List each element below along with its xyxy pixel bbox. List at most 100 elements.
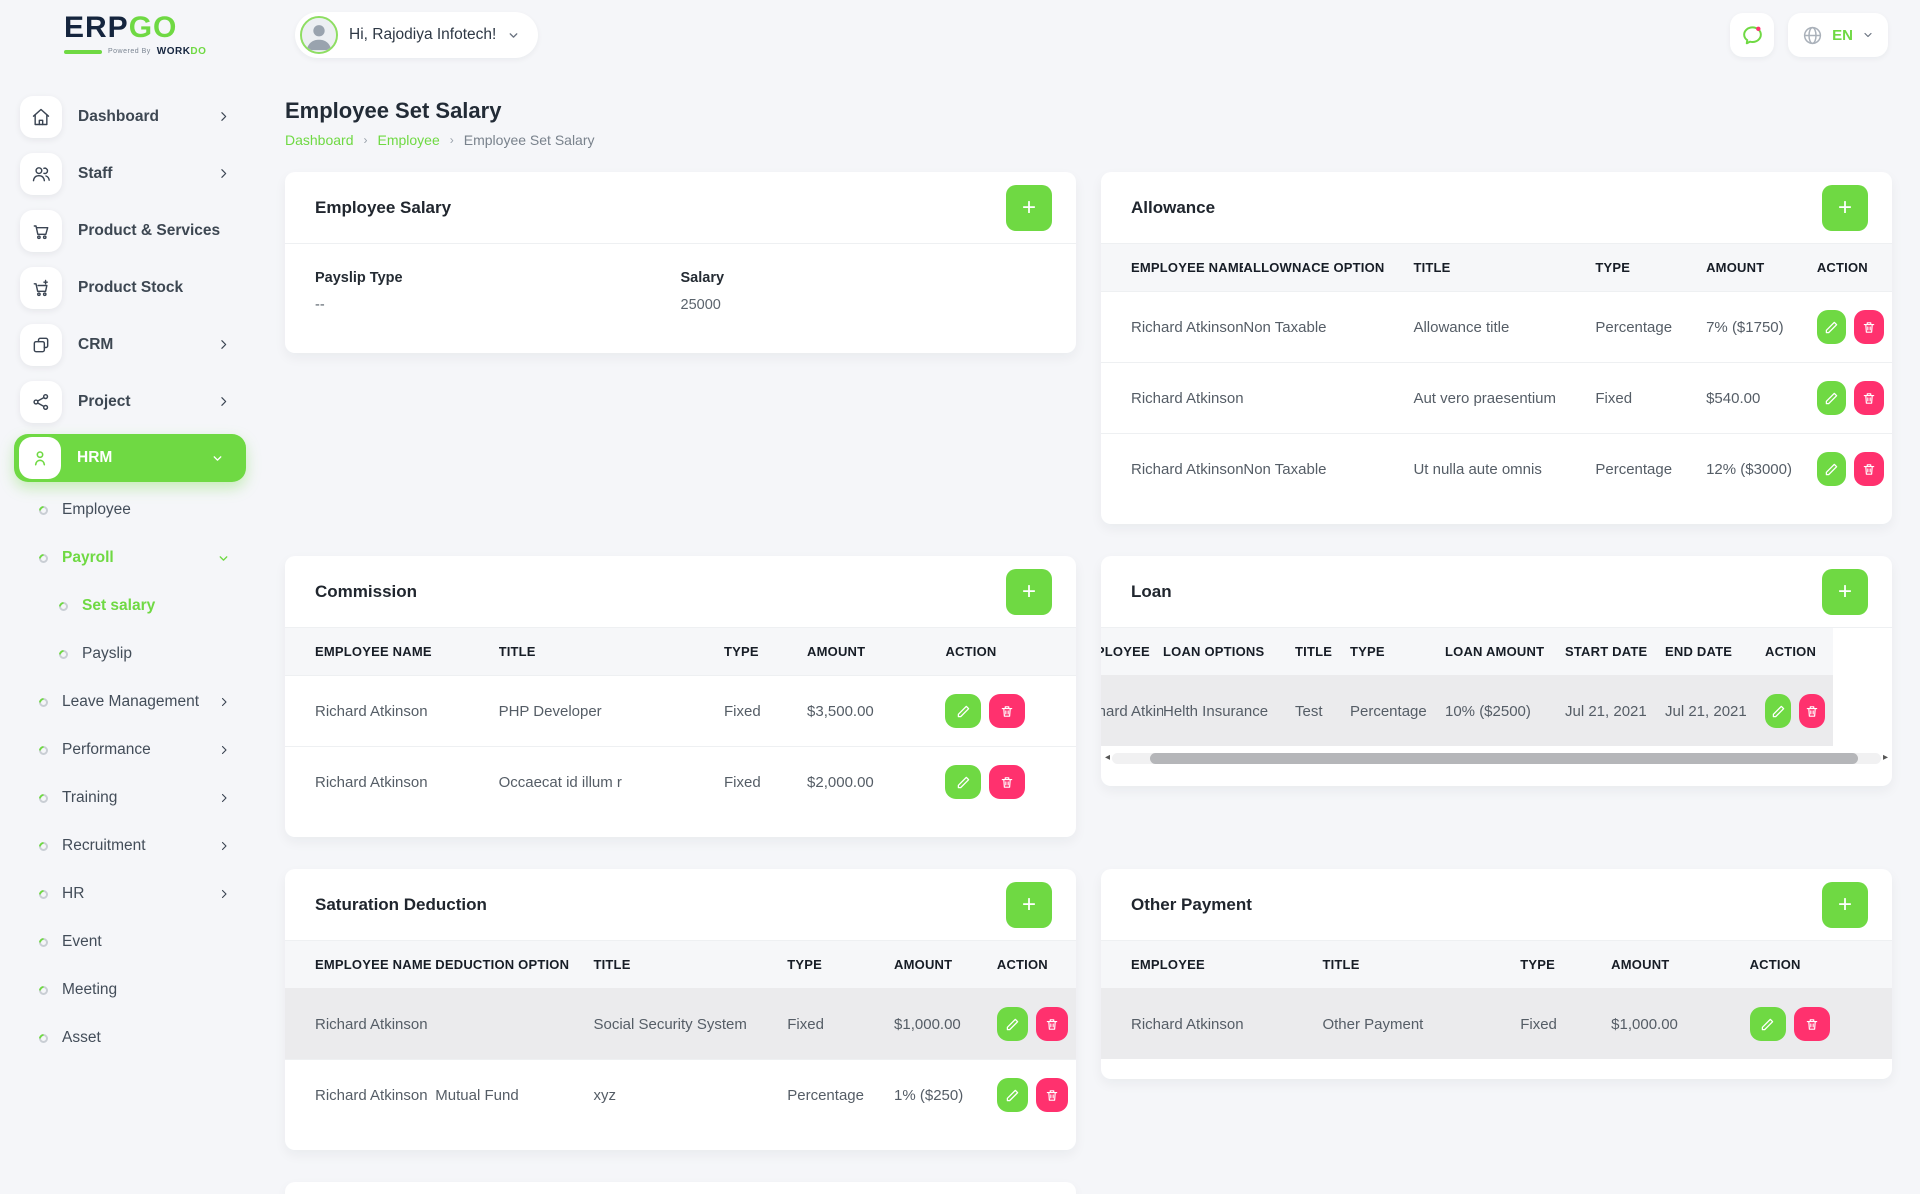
sidebar-item-hr[interactable]: HR <box>0 870 260 918</box>
column-header: ACTION <box>1765 628 1833 676</box>
sidebar-item-meeting[interactable]: Meeting <box>0 966 260 1014</box>
sidebar-item-performance[interactable]: Performance <box>0 726 260 774</box>
add-allowance-button[interactable]: + <box>1822 185 1868 231</box>
trash-icon <box>1862 462 1876 477</box>
user-menu-button[interactable]: Hi, Rajodiya Infotech! <box>295 12 538 58</box>
saturation-deduction-card: Saturation Deduction + EMPLOYEE NAMEDEDU… <box>285 869 1076 1150</box>
scrollbar-thumb[interactable] <box>1150 753 1857 764</box>
delete-button[interactable] <box>989 765 1025 799</box>
delete-button[interactable] <box>1036 1007 1068 1041</box>
table-cell: Fixed <box>1520 989 1611 1060</box>
table-cell: Fixed <box>1595 363 1706 434</box>
add-commission-button[interactable]: + <box>1006 569 1052 615</box>
column-header: ALLOWNACE OPTION <box>1243 244 1413 292</box>
card-title: Employee Salary <box>315 198 451 218</box>
edit-button[interactable] <box>1750 1007 1786 1041</box>
delete-button[interactable] <box>1794 1007 1830 1041</box>
sidebar-item-dashboard[interactable]: Dashboard <box>0 88 260 145</box>
pencil-icon <box>1005 1088 1020 1103</box>
trash-icon <box>1000 704 1014 719</box>
edit-button[interactable] <box>997 1078 1029 1112</box>
action-cell <box>1817 363 1892 434</box>
pencil-icon <box>1824 320 1839 335</box>
delete-button[interactable] <box>1036 1078 1068 1112</box>
sidebar-item-crm[interactable]: CRM <box>0 316 260 373</box>
column-header: TYPE <box>1350 628 1445 676</box>
breadcrumb-current: Employee Set Salary <box>464 132 595 148</box>
breadcrumb-dashboard-link[interactable]: Dashboard <box>285 132 354 148</box>
sidebar-item-set-salary[interactable]: Set salary <box>0 582 260 630</box>
pencil-icon <box>1005 1017 1020 1032</box>
other-payment-table: EMPLOYEETITLETYPEAMOUNTACTIONRichard Atk… <box>1101 941 1892 1059</box>
delete-button[interactable] <box>1854 452 1884 486</box>
add-saturation-deduction-button[interactable]: + <box>1006 882 1052 928</box>
table-cell: Test <box>1295 676 1350 747</box>
table-cell: Aut vero praesentium <box>1413 363 1595 434</box>
edit-button[interactable] <box>1765 694 1791 728</box>
action-cell <box>945 676 1076 747</box>
bullet-icon <box>57 648 70 661</box>
scroll-left-arrow[interactable]: ◂ <box>1105 752 1110 764</box>
chevron-right-icon: › <box>364 133 368 147</box>
column-header: ACTION <box>1750 941 1892 989</box>
add-other-payment-button[interactable]: + <box>1822 882 1868 928</box>
cart-plus-icon <box>20 267 62 309</box>
sidebar-item-product-services[interactable]: Product & Services <box>0 202 260 259</box>
action-cell <box>997 1060 1076 1131</box>
sidebar-item-leave-management[interactable]: Leave Management <box>0 678 260 726</box>
edit-button[interactable] <box>1817 381 1847 415</box>
column-header: TYPE <box>724 628 807 676</box>
sidebar-item-payslip[interactable]: Payslip <box>0 630 260 678</box>
sidebar-item-training[interactable]: Training <box>0 774 260 822</box>
allowance-card: Allowance + EMPLOYEE NAMEALLOWNACE OPTIO… <box>1101 172 1892 524</box>
partial-card <box>285 1182 1076 1194</box>
delete-button[interactable] <box>1854 310 1884 344</box>
column-header: AMOUNT <box>807 628 945 676</box>
action-cell <box>1750 989 1892 1060</box>
employee-salary-card: Employee Salary + Payslip Type -- Salary… <box>285 172 1076 353</box>
column-header: TITLE <box>1295 628 1350 676</box>
edit-button[interactable] <box>945 694 981 728</box>
pencil-icon <box>1771 704 1786 719</box>
user-avatar <box>300 16 338 54</box>
sidebar-item-project[interactable]: Project <box>0 373 260 430</box>
sidebar-item-product-stock[interactable]: Product Stock <box>0 259 260 316</box>
commission-table: EMPLOYEE NAMETITLETYPEAMOUNTACTIONRichar… <box>285 628 1076 817</box>
sidebar-item-employee[interactable]: Employee <box>0 486 260 534</box>
sidebar-item-staff[interactable]: Staff <box>0 145 260 202</box>
edit-button[interactable] <box>1817 452 1847 486</box>
sidebar-item-payroll[interactable]: Payroll <box>0 534 260 582</box>
scrollbar-track[interactable] <box>1112 753 1881 764</box>
app-logo[interactable]: ERPGO Powered By WORKDO <box>0 13 260 57</box>
card-title: Loan <box>1131 582 1172 602</box>
language-selector[interactable]: EN <box>1788 13 1888 57</box>
card-title: Other Payment <box>1131 895 1252 915</box>
delete-button[interactable] <box>1854 381 1884 415</box>
add-loan-button[interactable]: + <box>1822 569 1868 615</box>
action-cell <box>945 747 1076 818</box>
chevron-down-icon <box>507 29 520 42</box>
sidebar-item-event[interactable]: Event <box>0 918 260 966</box>
table-row: Richard AtkinsonNon TaxableAllowance tit… <box>1101 292 1892 363</box>
edit-button[interactable] <box>945 765 981 799</box>
sidebar-item-hrm[interactable]: HRM <box>14 434 246 482</box>
edit-button[interactable] <box>1817 310 1847 344</box>
messenger-button[interactable] <box>1730 13 1774 57</box>
column-header: LOAN OPTIONS <box>1163 628 1295 676</box>
breadcrumb-employee-link[interactable]: Employee <box>378 132 440 148</box>
add-employee-salary-button[interactable]: + <box>1006 185 1052 231</box>
delete-button[interactable] <box>989 694 1025 728</box>
column-header: LOAN AMOUNT <box>1445 628 1565 676</box>
cart-icon <box>20 210 62 252</box>
sidebar-item-recruitment[interactable]: Recruitment <box>0 822 260 870</box>
table-cell: Non Taxable <box>1243 434 1413 505</box>
column-header: START DATE <box>1565 628 1665 676</box>
home-icon <box>20 96 62 138</box>
edit-button[interactable] <box>997 1007 1029 1041</box>
table-cell: Richard Atkinson <box>1101 292 1243 363</box>
scroll-right-arrow[interactable]: ▸ <box>1883 752 1888 764</box>
table-row: Richard AtkinsonAut vero praesentiumFixe… <box>1101 363 1892 434</box>
chat-icon <box>1740 23 1765 48</box>
delete-button[interactable] <box>1799 694 1825 728</box>
sidebar-item-asset[interactable]: Asset <box>0 1014 260 1062</box>
